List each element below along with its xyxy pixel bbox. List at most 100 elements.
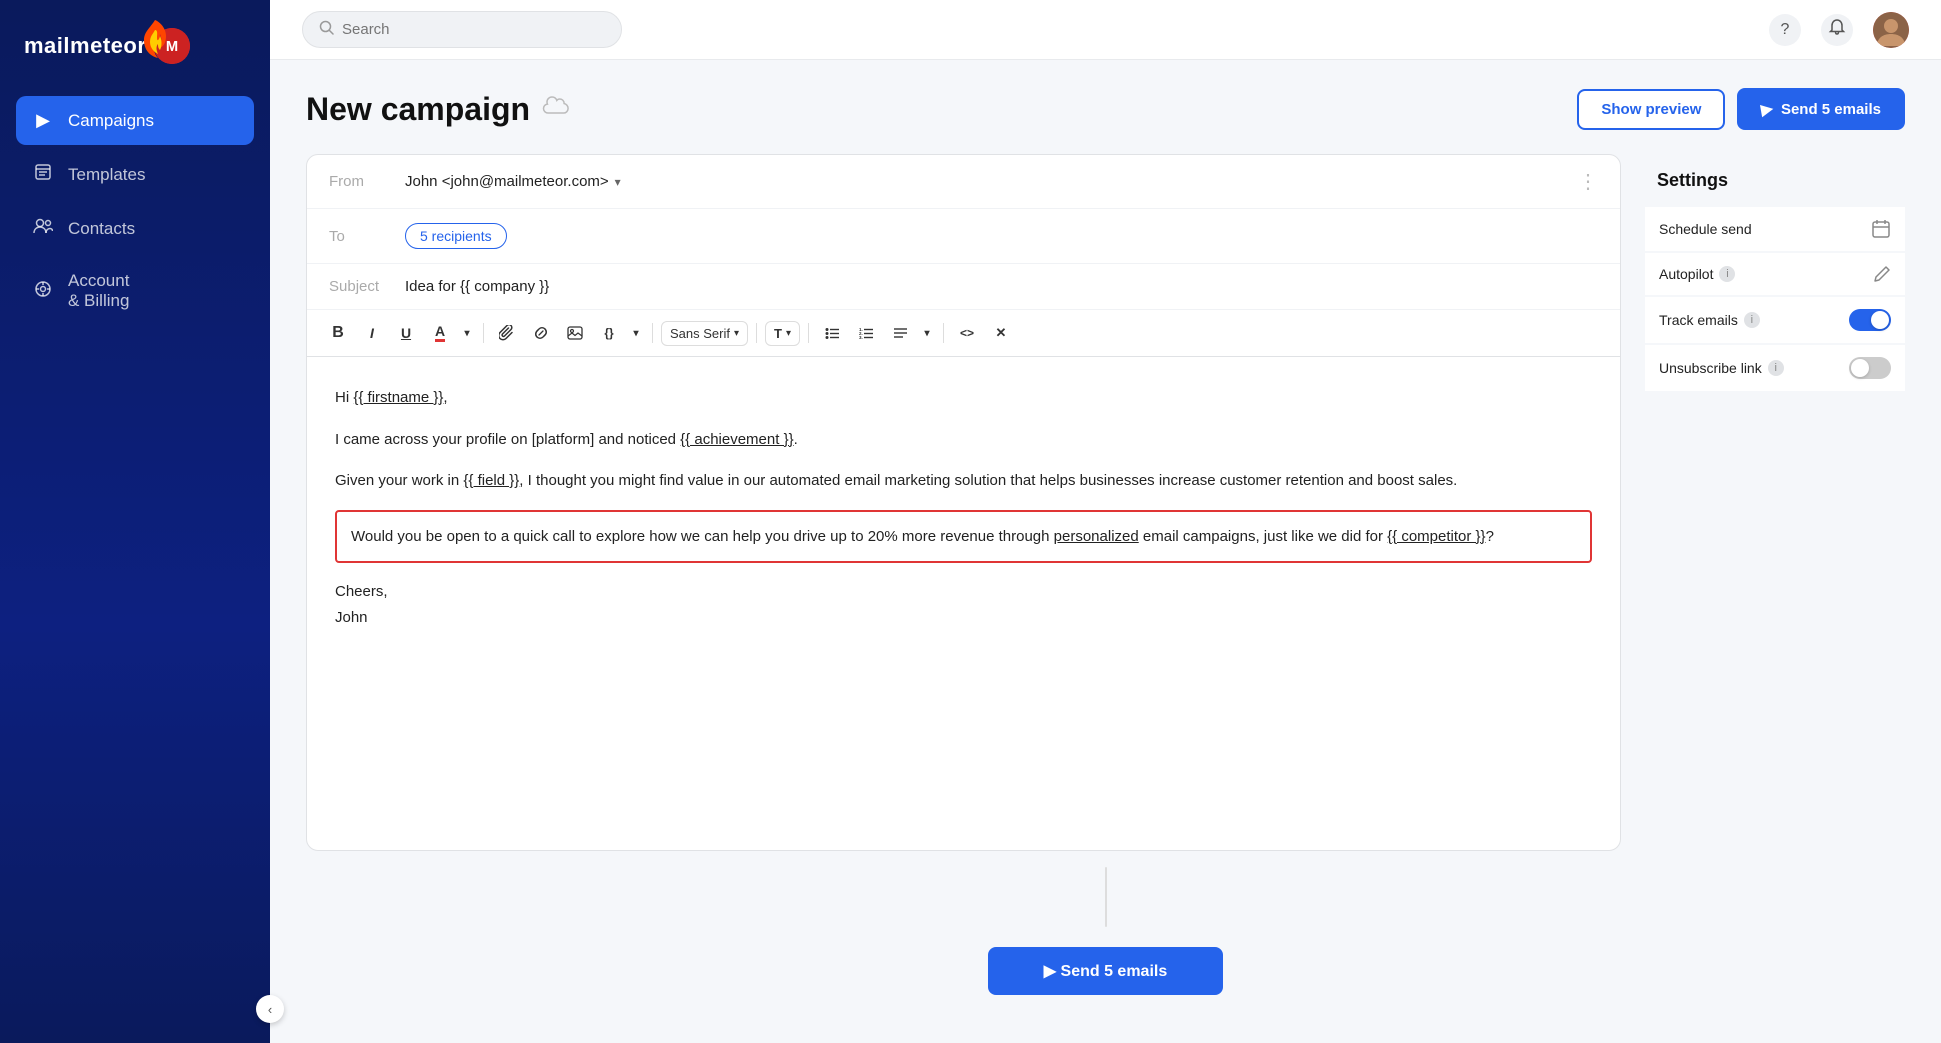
email-cta-highlighted: Would you be open to a quick call to exp… (335, 510, 1592, 564)
from-dropdown[interactable]: John <john@mailmeteor.com> ▾ (405, 173, 621, 190)
schedule-send-label: Schedule send (1659, 221, 1752, 237)
from-label: From (329, 173, 389, 190)
color-picker-arrow[interactable]: ▾ (459, 318, 475, 348)
toolbar-divider-4 (808, 323, 809, 343)
track-emails-label: Track emails i (1659, 312, 1760, 328)
sidebar-item-account[interactable]: Account& Billing (16, 257, 254, 325)
sidebar-item-contacts[interactable]: Contacts (16, 204, 254, 253)
firstname-var: {{ firstname }} (353, 389, 443, 406)
sidebar-item-templates[interactable]: Templates (16, 149, 254, 200)
templates-icon (32, 163, 54, 186)
image-button[interactable] (560, 318, 590, 348)
page-title-area: New campaign (306, 91, 570, 128)
subject-field: Subject Idea for {{ company }} (307, 264, 1620, 310)
font-family-dropdown[interactable]: Sans Serif ▾ (661, 321, 748, 346)
calendar-icon (1871, 219, 1891, 239)
align-arrow[interactable]: ▾ (919, 318, 935, 348)
main-area: ? New c (270, 0, 1941, 1043)
email-composer: From John <john@mailmeteor.com> ▾ ⋮ To 5… (306, 154, 1621, 851)
font-size-icon: T (774, 326, 782, 341)
unsubscribe-toggle[interactable] (1849, 357, 1891, 379)
account-icon (32, 280, 54, 303)
sidebar-nav: ▶ Campaigns Templates (0, 88, 270, 1043)
search-box[interactable] (302, 11, 622, 48)
field-menu-button[interactable]: ⋮ (1578, 169, 1598, 194)
bottom-area: ▶ Send 5 emails (306, 935, 1905, 1015)
sidebar-item-campaigns[interactable]: ▶ Campaigns (16, 96, 254, 145)
show-preview-button[interactable]: Show preview (1577, 89, 1725, 130)
contacts-icon (32, 218, 54, 239)
sidebar-collapse-button[interactable]: ‹ (256, 995, 284, 1023)
font-size-arrow: ▾ (786, 328, 791, 339)
sidebar-item-label-campaigns: Campaigns (68, 111, 154, 131)
personalized-text: personalized (1054, 528, 1139, 545)
toolbar-divider-5 (943, 323, 944, 343)
unordered-list-button[interactable] (817, 318, 847, 348)
ordered-list-button[interactable]: 1. 2. 3. (851, 318, 881, 348)
sidebar: mailmeteor M ▶ Campaigns (0, 0, 270, 1043)
bell-icon (1828, 18, 1846, 41)
schedule-send-button[interactable] (1871, 219, 1891, 239)
link-button[interactable] (526, 318, 556, 348)
help-button[interactable]: ? (1769, 14, 1801, 46)
to-field: To 5 recipients (307, 209, 1620, 264)
track-emails-info-icon[interactable]: i (1744, 312, 1760, 328)
attach-button[interactable] (492, 318, 522, 348)
align-button[interactable] (885, 318, 915, 348)
topbar: ? (270, 0, 1941, 60)
user-avatar[interactable] (1873, 12, 1909, 48)
email-value-prop: Given your work in {{ field }}, I though… (335, 468, 1592, 494)
app-logo: mailmeteor M (0, 0, 270, 88)
page-header: New campaign Show preview ▶ Send 5 email… (306, 88, 1905, 130)
bottom-send-button[interactable]: ▶ Send 5 emails (988, 947, 1223, 995)
bold-button[interactable]: B (323, 318, 353, 348)
formatting-toolbar: B I U A ▾ (307, 310, 1620, 357)
svg-text:3.: 3. (859, 335, 863, 340)
to-value: 5 recipients (405, 223, 1598, 249)
from-field: From John <john@mailmeteor.com> ▾ ⋮ (307, 155, 1620, 209)
sidebar-item-label-templates: Templates (68, 165, 145, 185)
unsubscribe-text: Unsubscribe link (1659, 360, 1762, 376)
sidebar-item-label-account: Account& Billing (68, 271, 129, 311)
search-icon (319, 20, 334, 39)
content-area: New campaign Show preview ▶ Send 5 email… (270, 60, 1941, 1043)
scroll-indicator (306, 851, 1905, 935)
clear-formatting-button[interactable]: ✕ (986, 318, 1016, 348)
recipients-badge[interactable]: 5 recipients (405, 223, 507, 249)
from-email: John <john@mailmeteor.com> (405, 173, 609, 190)
setting-row-track-emails: Track emails i (1645, 297, 1905, 343)
setting-row-autopilot: Autopilot i (1645, 253, 1905, 295)
autopilot-info-icon[interactable]: i (1719, 266, 1735, 282)
italic-button[interactable]: I (357, 318, 387, 348)
unsubscribe-info-icon[interactable]: i (1768, 360, 1784, 376)
schedule-send-text: Schedule send (1659, 221, 1752, 237)
from-value: John <john@mailmeteor.com> ▾ (405, 173, 1562, 190)
send-emails-button[interactable]: ▶ Send 5 emails (1737, 88, 1905, 130)
variable-button[interactable]: {} (594, 318, 624, 348)
email-greeting: Hi {{ firstname }}, (335, 385, 1592, 411)
settings-title: Settings (1645, 162, 1905, 207)
autopilot-button[interactable] (1873, 265, 1891, 283)
toggle-knob-unsubscribe (1851, 359, 1869, 377)
email-intro: I came across your profile on [platform]… (335, 427, 1592, 453)
underline-button[interactable]: U (391, 318, 421, 348)
campaigns-icon: ▶ (32, 110, 54, 131)
topbar-right: ? (1769, 12, 1909, 48)
unsubscribe-label: Unsubscribe link i (1659, 360, 1784, 376)
track-emails-toggle[interactable] (1849, 309, 1891, 331)
variable-arrow[interactable]: ▾ (628, 318, 644, 348)
pencil-icon (1873, 265, 1891, 283)
achievement-var: {{ achievement }} (680, 431, 793, 448)
code-button[interactable]: <> (952, 318, 982, 348)
subject-text: Idea for {{ company }} (405, 278, 549, 295)
notifications-button[interactable] (1821, 14, 1853, 46)
to-label: To (329, 228, 389, 245)
subject-value: Idea for {{ company }} (405, 278, 1598, 295)
track-emails-text: Track emails (1659, 312, 1738, 328)
search-input[interactable] (342, 21, 605, 38)
help-icon: ? (1781, 21, 1790, 39)
email-signoff: Cheers,John (335, 579, 1592, 630)
font-size-dropdown[interactable]: T ▾ (765, 321, 800, 346)
text-color-button[interactable]: A (425, 318, 455, 348)
email-body[interactable]: Hi {{ firstname }}, I came across your p… (307, 357, 1620, 850)
